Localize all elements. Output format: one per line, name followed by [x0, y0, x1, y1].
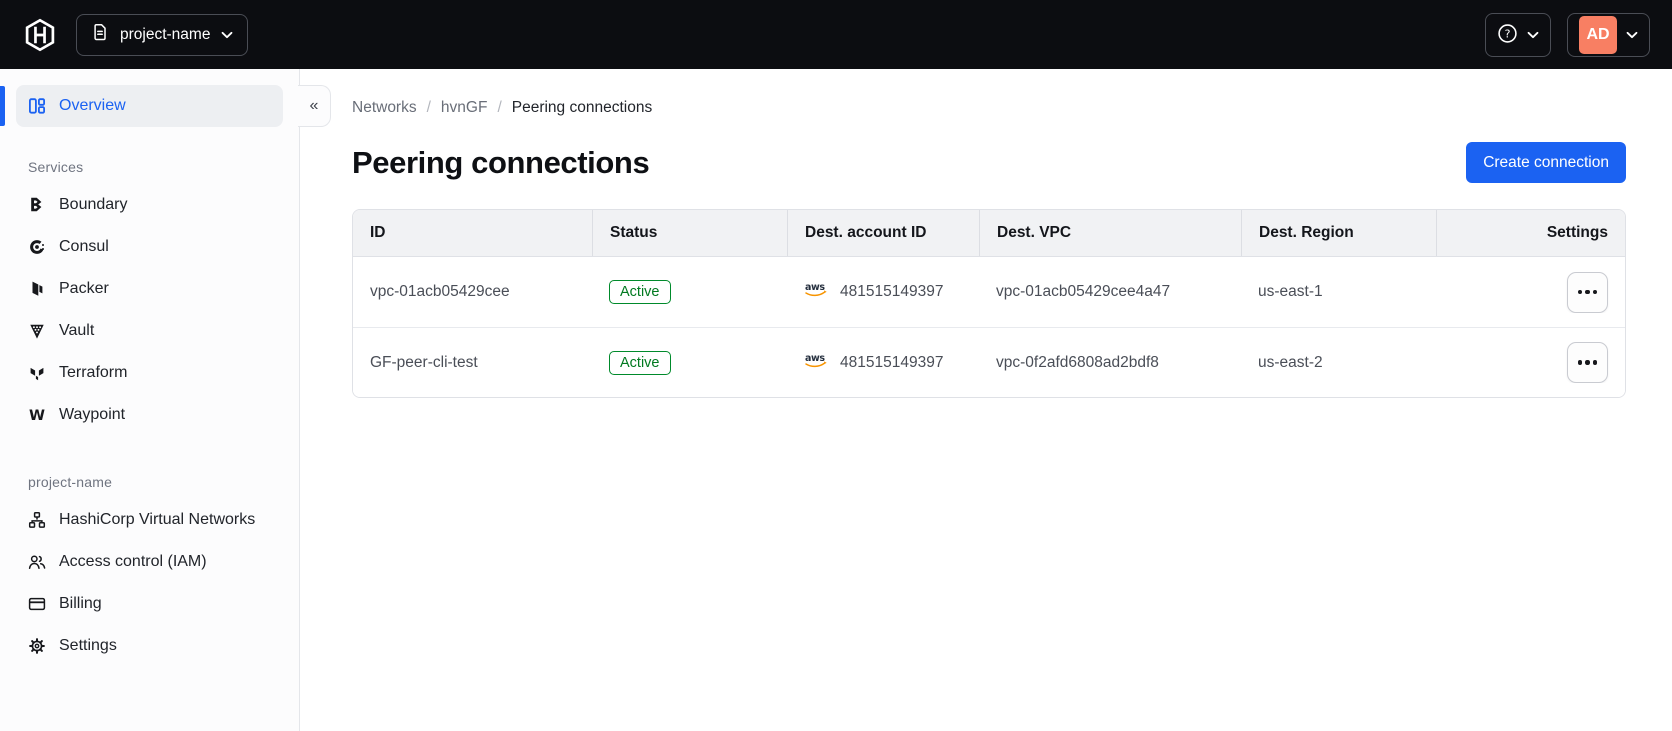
avatar: AD — [1579, 15, 1617, 54]
column-header-status: Status — [592, 210, 787, 256]
dashboard-icon — [28, 97, 46, 115]
create-connection-button[interactable]: Create connection — [1466, 142, 1626, 183]
sidebar-item-packer[interactable]: Packer — [16, 268, 283, 310]
project-switcher-label: project-name — [120, 25, 211, 43]
main-content: Networks / hvnGF / Peering connections P… — [300, 69, 1672, 731]
cell-status: Active — [592, 350, 787, 375]
vault-icon — [28, 322, 46, 340]
cell-vpc: vpc-01acb05429cee4a47 — [996, 283, 1171, 300]
help-icon: ? — [1497, 23, 1518, 47]
sidebar-item-iam[interactable]: Access control (IAM) — [16, 541, 283, 583]
sidebar-item-boundary[interactable]: Boundary — [16, 184, 283, 226]
project-switcher[interactable]: project-name — [76, 13, 249, 56]
table-row: GF-peer-cli-test Active aws 481515149397… — [353, 327, 1625, 397]
users-icon — [28, 553, 46, 571]
table-header: ID Status Dest. account ID Dest. VPC Des… — [353, 210, 1625, 257]
terraform-icon — [28, 364, 46, 382]
hashicorp-logo[interactable] — [22, 17, 58, 53]
boundary-icon — [28, 196, 46, 214]
column-header-account: Dest. account ID — [787, 210, 979, 256]
page-title: Peering connections — [352, 144, 650, 180]
chevron-down-icon — [1626, 27, 1638, 42]
consul-icon — [28, 238, 46, 256]
aws-icon: aws — [804, 352, 831, 374]
sidebar-item-label: Billing — [59, 595, 102, 612]
sidebar-item-label: Access control (IAM) — [59, 553, 207, 570]
sidebar-item-settings[interactable]: Settings — [16, 625, 283, 667]
account-id-value: 481515149397 — [840, 353, 944, 371]
sidebar-item-billing[interactable]: Billing — [16, 583, 283, 625]
sidebar-item-label: Waypoint — [59, 406, 126, 423]
sidebar-item-label: Boundary — [59, 196, 128, 213]
column-header-region: Dest. Region — [1241, 210, 1436, 256]
cell-account-id: aws 481515149397 — [787, 352, 979, 374]
account-menu-button[interactable]: AD — [1567, 12, 1650, 57]
sidebar-item-consul[interactable]: Consul — [16, 226, 283, 268]
svg-text:W: W — [29, 408, 45, 424]
sidebar-item-label: Settings — [59, 637, 117, 654]
account-id-value: 481515149397 — [840, 283, 944, 300]
table-row: vpc-01acb05429cee Active aws 48151514939… — [353, 257, 1625, 327]
sidebar-item-label: Overview — [59, 97, 126, 114]
cell-settings — [1436, 271, 1625, 313]
svg-text:aws: aws — [805, 282, 825, 293]
sidebar-section-project: project-name — [28, 474, 113, 490]
topbar: project-name ? AD — [0, 0, 1672, 69]
cell-region: us-east-2 — [1258, 353, 1323, 371]
row-actions-button[interactable] — [1567, 271, 1608, 313]
sidebar-item-terraform[interactable]: Terraform — [16, 352, 283, 394]
chevron-down-icon — [1527, 27, 1539, 42]
cell-settings — [1436, 342, 1625, 383]
sidebar-item-hvn[interactable]: HashiCorp Virtual Networks — [16, 499, 283, 541]
breadcrumb-networks[interactable]: Networks — [352, 99, 417, 117]
document-icon — [91, 23, 109, 46]
breadcrumb-separator: / — [426, 99, 431, 116]
packer-icon — [28, 280, 46, 298]
waypoint-icon: W — [28, 406, 46, 424]
topbar-right: ? AD — [1485, 12, 1650, 57]
svg-text:aws: aws — [805, 353, 825, 364]
cell-id: GF-peer-cli-test — [370, 353, 478, 371]
sidebar-item-label: Vault — [59, 322, 95, 339]
status-badge: Active — [609, 280, 671, 304]
cell-status: Active — [592, 280, 787, 304]
cell-account-id: aws 481515149397 — [787, 281, 979, 303]
aws-icon: aws — [804, 281, 831, 303]
gear-icon — [28, 637, 46, 655]
cell-vpc: vpc-0f2afd6808ad2bdf8 — [996, 353, 1159, 371]
peering-connections-table: ID Status Dest. account ID Dest. VPC Des… — [352, 209, 1626, 398]
collapse-icon: « — [309, 97, 319, 114]
network-sitemap-icon — [28, 511, 46, 529]
svg-text:?: ? — [1505, 27, 1511, 40]
column-header-settings: Settings — [1436, 210, 1625, 256]
row-actions-button[interactable] — [1567, 342, 1608, 383]
help-menu-button[interactable]: ? — [1485, 12, 1551, 57]
sidebar-item-label: Terraform — [59, 364, 128, 381]
sidebar-section-services: Services — [28, 159, 84, 175]
cell-id: vpc-01acb05429cee — [370, 283, 510, 300]
credit-card-icon — [28, 595, 46, 613]
breadcrumb: Networks / hvnGF / Peering connections — [352, 99, 1626, 117]
sidebar-item-label: Packer — [59, 280, 109, 297]
sidebar-item-overview[interactable]: Overview — [0, 85, 283, 127]
sidebar: « Overview Services Boundary Consul Pack… — [0, 69, 331, 731]
sidebar-collapse-button[interactable]: « — [298, 85, 331, 127]
column-header-id: ID — [370, 224, 386, 241]
status-badge: Active — [609, 350, 671, 375]
chevron-down-icon — [221, 26, 233, 44]
sidebar-item-label: HashiCorp Virtual Networks — [59, 511, 256, 528]
breadcrumb-current: Peering connections — [511, 99, 653, 116]
breadcrumb-separator: / — [497, 99, 502, 116]
app-window: project-name ? AD « Overview Services Bo… — [0, 0, 1672, 731]
cell-region: us-east-1 — [1258, 283, 1323, 300]
sidebar-item-waypoint[interactable]: W Waypoint — [16, 394, 283, 436]
sidebar-item-vault[interactable]: Vault — [16, 310, 283, 352]
column-header-vpc: Dest. VPC — [979, 210, 1241, 256]
breadcrumb-hvn[interactable]: hvnGF — [441, 99, 488, 117]
sidebar-item-label: Consul — [59, 238, 109, 255]
